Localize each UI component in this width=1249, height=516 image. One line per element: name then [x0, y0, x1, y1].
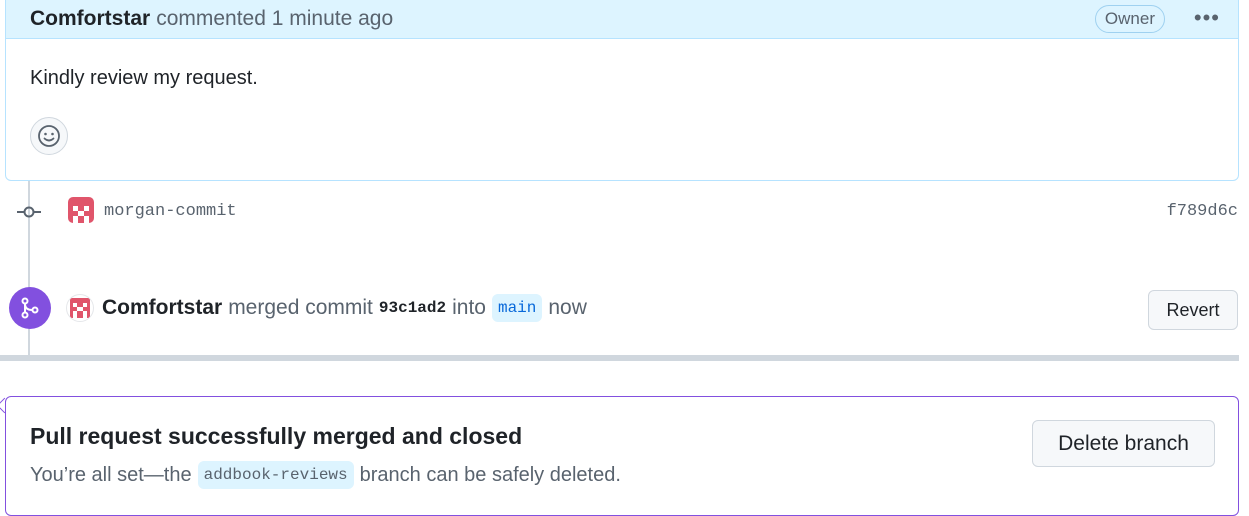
- status-sub-prefix: You’re all set—the: [30, 463, 192, 486]
- merge-event-text: Comfortstar merged commit 93c1ad2 into m…: [102, 294, 587, 322]
- git-merge-icon: [21, 297, 39, 319]
- merged-commit-sha[interactable]: 93c1ad2: [379, 299, 446, 317]
- merge-status-subtitle: You’re all set—the addbook-reviews branc…: [30, 461, 621, 489]
- owner-badge: Owner: [1094, 5, 1165, 33]
- commit-author-avatar[interactable]: [68, 197, 94, 223]
- merge-text-2: into: [452, 296, 486, 319]
- merge-author[interactable]: Comfortstar: [102, 296, 222, 320]
- comment-header: Comfortstar commented 1 minute ago Owner…: [6, 0, 1238, 39]
- head-branch-chip[interactable]: addbook-reviews: [197, 461, 354, 489]
- merge-badge: [9, 287, 51, 329]
- status-sub-suffix: branch can be safely deleted.: [359, 463, 621, 486]
- merge-status-title: Pull request successfully merged and clo…: [30, 423, 523, 449]
- timeline-divider: [0, 355, 1239, 361]
- merge-text-3[interactable]: now: [548, 296, 587, 320]
- kebab-horizontal-icon[interactable]: •••: [1194, 7, 1220, 29]
- merge-text-1: merged commit: [228, 296, 373, 319]
- merge-author-avatar[interactable]: [66, 294, 94, 322]
- comment-meta[interactable]: commented 1 minute ago: [156, 7, 393, 31]
- add-reaction-button[interactable]: [30, 117, 68, 155]
- base-branch-chip[interactable]: main: [491, 294, 543, 322]
- revert-button[interactable]: Revert: [1148, 290, 1238, 330]
- commit-message[interactable]: morgan-commit: [104, 202, 237, 221]
- merge-status-box: Pull request successfully merged and clo…: [5, 396, 1239, 516]
- comment-author[interactable]: Comfortstar: [30, 7, 150, 31]
- git-commit-icon: [17, 206, 41, 218]
- smiley-icon: [38, 125, 60, 147]
- comment-box: Comfortstar commented 1 minute ago Owner…: [5, 0, 1239, 181]
- comment-body: Kindly review my request.: [30, 67, 258, 89]
- delete-branch-button[interactable]: Delete branch: [1032, 420, 1215, 467]
- commit-sha[interactable]: f789d6c: [1167, 202, 1238, 221]
